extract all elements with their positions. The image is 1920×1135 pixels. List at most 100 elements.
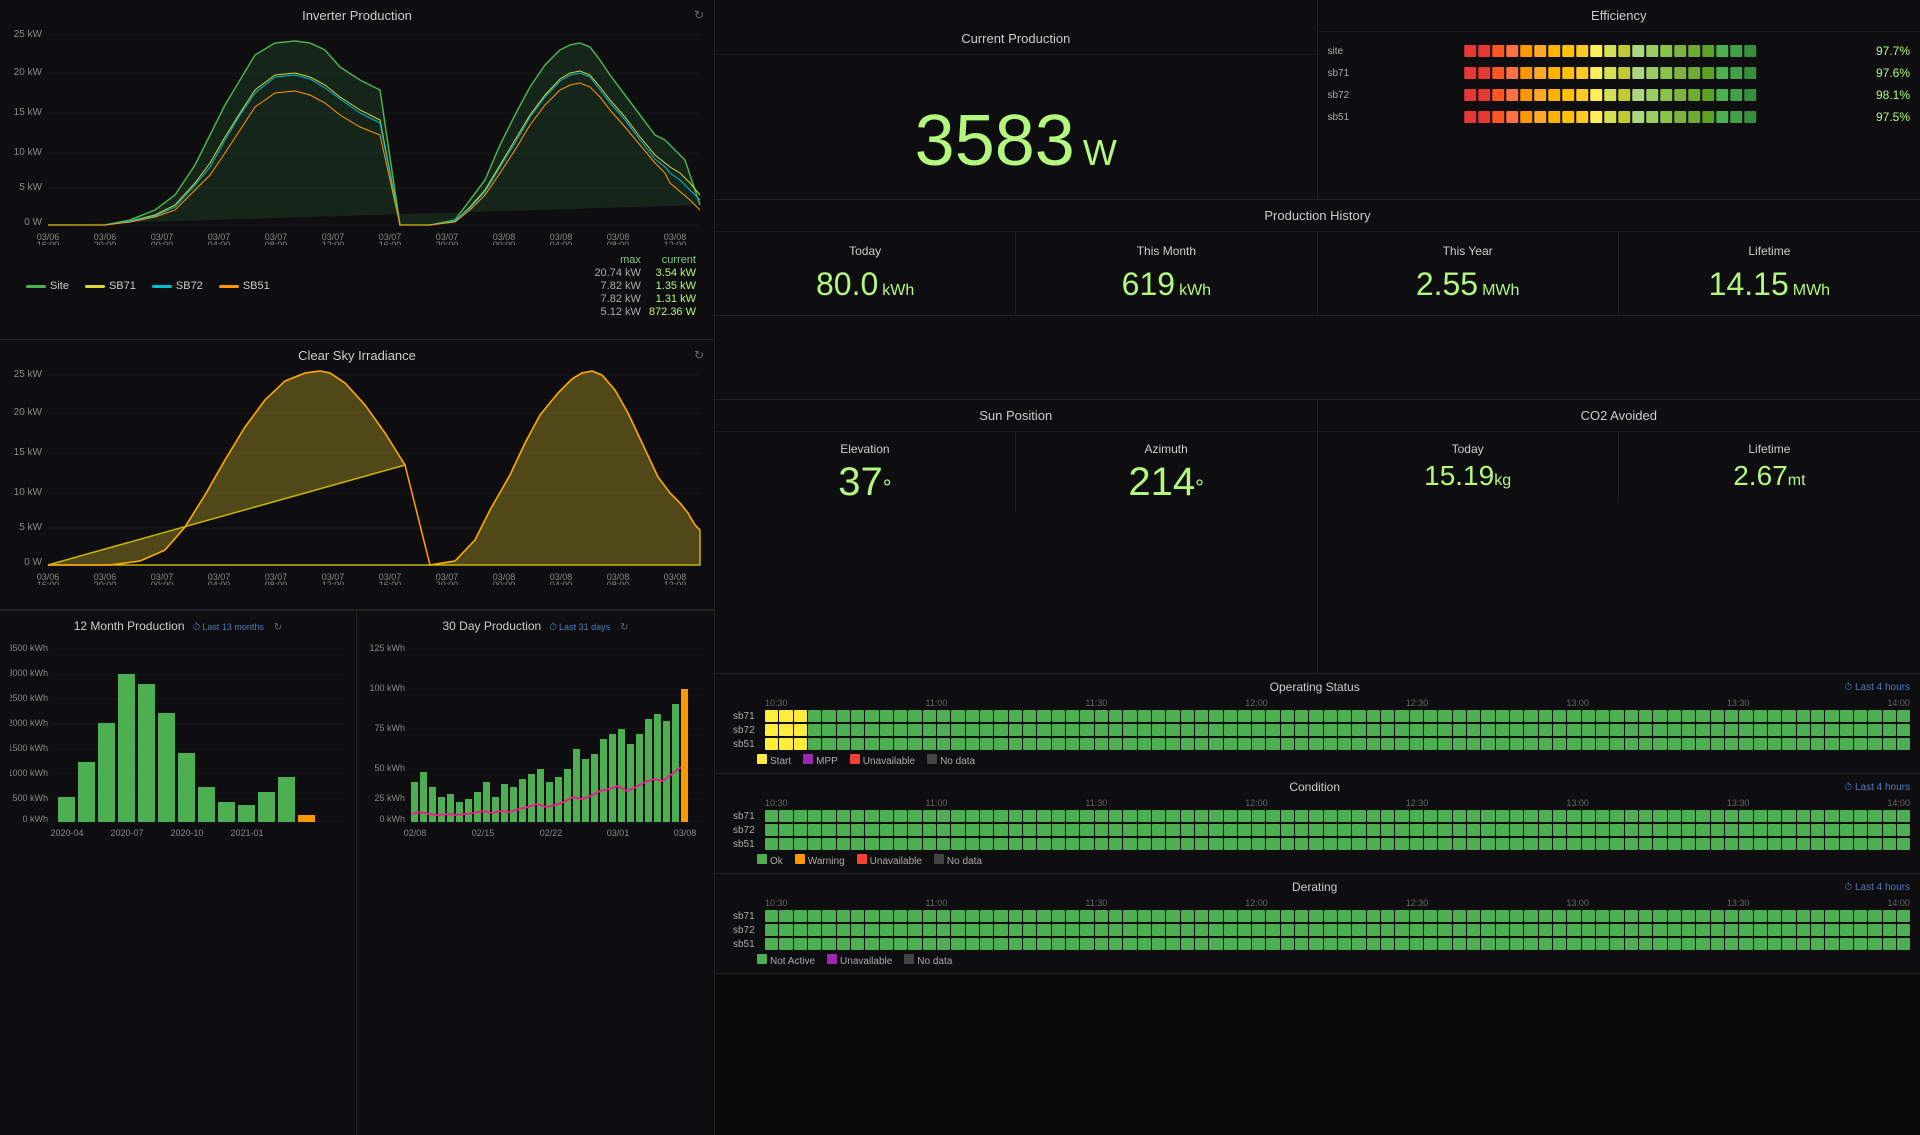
svg-text:12:00: 12:00 <box>322 240 345 245</box>
svg-text:50 kWh: 50 kWh <box>374 763 405 773</box>
der-sb71-row: sb71 <box>733 910 1910 922</box>
month12-badge: Last 13 months <box>202 622 264 632</box>
co2-today-label: Today <box>1452 442 1484 456</box>
svg-text:20:00: 20:00 <box>436 240 459 245</box>
production-history-panel: Today 80.0 kWh This Month 619 kWh This Y… <box>715 232 1920 316</box>
inverter-refresh-icon[interactable]: ↻ <box>694 8 704 22</box>
svg-text:1500 kWh: 1500 kWh <box>10 743 48 753</box>
svg-text:00:00: 00:00 <box>493 580 516 585</box>
svg-text:08:00: 08:00 <box>265 240 288 245</box>
elevation-value: 37 <box>838 462 883 502</box>
current-production-value: 3583 <box>915 105 1075 177</box>
svg-text:00:00: 00:00 <box>493 240 516 245</box>
inverter-chart-title: Inverter Production <box>10 8 704 23</box>
co2-today-cell: Today 15.19 kg <box>1318 432 1619 500</box>
co2-panel: CO2 Avoided Today 15.19 kg Lifetime 2.67… <box>1318 400 1920 673</box>
svg-text:25 kW: 25 kW <box>14 369 43 380</box>
efficiency-row-sb71: sb71 <box>1318 62 1920 84</box>
efficiency-row-sb51: sb51 <box>1318 106 1920 128</box>
svg-text:04:00: 04:00 <box>550 580 573 585</box>
svg-text:2500 kWh: 2500 kWh <box>10 693 48 703</box>
svg-text:5 kW: 5 kW <box>19 182 42 193</box>
svg-text:03/08: 03/08 <box>674 828 697 838</box>
prod-hist-month-unit: kWh <box>1179 282 1211 300</box>
svg-text:20:00: 20:00 <box>436 580 459 585</box>
svg-text:5 kW: 5 kW <box>19 522 42 533</box>
svg-text:0 kWh: 0 kWh <box>22 814 48 824</box>
svg-text:08:00: 08:00 <box>265 580 288 585</box>
svg-text:20 kW: 20 kW <box>14 67 43 78</box>
cond-sb71-row: sb71 <box>733 810 1910 822</box>
efficiency-site-value: 97.7% <box>1872 44 1910 58</box>
co2-today-unit: kg <box>1494 472 1511 490</box>
prod-hist-year-value: 2.55 <box>1416 266 1478 303</box>
svg-text:16:00: 16:00 <box>37 580 60 585</box>
prod-hist-today: Today 80.0 kWh <box>715 232 1016 315</box>
operating-status-title: Operating Status <box>785 680 1844 694</box>
svg-text:03/01: 03/01 <box>607 828 630 838</box>
efficiency-sb72-value: 98.1% <box>1872 88 1910 102</box>
co2-title: CO2 Avoided <box>1318 400 1920 432</box>
day30-chart-svg: 125 kWh 100 kWh 75 kWh 50 kWh 25 kWh 0 k… <box>367 639 707 839</box>
svg-text:02/22: 02/22 <box>540 828 563 838</box>
op-status-sb71-row: sb71 <box>733 710 1910 722</box>
month12-panel: 12 Month Production ⏱ Last 13 months ↻ 3… <box>0 610 357 1135</box>
svg-text:20:00: 20:00 <box>94 240 117 245</box>
efficiency-sb71-value: 97.6% <box>1872 66 1910 80</box>
day30-badge: Last 31 days <box>559 622 610 632</box>
svg-text:0 W: 0 W <box>24 557 42 568</box>
inverter-chart-svg: 25 kW 20 kW 15 kW 10 kW 5 kW 0 W 03/06 1 <box>10 25 705 245</box>
svg-text:04:00: 04:00 <box>550 240 573 245</box>
svg-text:16:00: 16:00 <box>379 240 402 245</box>
irradiance-refresh-icon[interactable]: ↻ <box>694 348 704 362</box>
efficiency-sb51-value: 97.5% <box>1872 110 1910 124</box>
prod-hist-year-unit: MWh <box>1482 282 1519 300</box>
co2-lifetime-unit: mt <box>1788 472 1806 490</box>
svg-text:10 kW: 10 kW <box>14 147 43 158</box>
month12-chart-svg: 3500 kWh 3000 kWh 2500 kWh 2000 kWh 1500… <box>10 639 350 839</box>
svg-text:125 kWh: 125 kWh <box>369 643 405 653</box>
svg-text:16:00: 16:00 <box>37 240 60 245</box>
svg-text:15 kW: 15 kW <box>14 447 43 458</box>
svg-text:02/08: 02/08 <box>404 828 427 838</box>
svg-text:0 kWh: 0 kWh <box>379 814 405 824</box>
operating-status-badge: ⏱ Last 4 hours <box>1844 682 1910 693</box>
svg-text:1000 kWh: 1000 kWh <box>10 768 48 778</box>
prod-hist-lifetime-value: 14.15 <box>1709 266 1789 303</box>
efficiency-title: Efficiency <box>1318 0 1920 32</box>
production-history-title: Production History <box>715 200 1920 232</box>
op-status-sb51-row: sb51 <box>733 738 1910 750</box>
day30-title: 30 Day Production <box>443 619 542 633</box>
svg-text:2020-07: 2020-07 <box>110 828 143 838</box>
inverter-production-panel: Inverter Production ↻ 25 kW 20 kW 15 kW … <box>0 0 714 340</box>
azimuth-unit: ° <box>1195 475 1204 501</box>
day30-panel: 30 Day Production ⏱ Last 31 days ↻ 125 k… <box>357 610 714 1135</box>
current-production-unit: W <box>1083 132 1117 174</box>
prod-hist-today-value: 80.0 <box>816 266 878 303</box>
svg-text:04:00: 04:00 <box>208 580 231 585</box>
prod-hist-lifetime: Lifetime 14.15 MWh <box>1619 232 1920 315</box>
co2-lifetime-label: Lifetime <box>1748 442 1790 456</box>
svg-text:20:00: 20:00 <box>94 580 117 585</box>
svg-text:3500 kWh: 3500 kWh <box>10 643 48 653</box>
current-production-title: Current Production <box>715 23 1317 55</box>
svg-text:10 kW: 10 kW <box>14 487 43 498</box>
svg-text:02/15: 02/15 <box>472 828 495 838</box>
svg-text:12:00: 12:00 <box>322 580 345 585</box>
condition-badge: ⏱ Last 4 hours <box>1844 782 1910 793</box>
svg-text:12:00: 12:00 <box>664 580 687 585</box>
cond-sb51-row: sb51 <box>733 838 1910 850</box>
svg-text:500 kWh: 500 kWh <box>12 793 48 803</box>
svg-text:100 kWh: 100 kWh <box>369 683 405 693</box>
svg-text:25 kWh: 25 kWh <box>374 793 405 803</box>
der-sb51-row: sb51 <box>733 938 1910 950</box>
month12-title: 12 Month Production <box>74 619 185 633</box>
svg-text:0 W: 0 W <box>24 217 42 228</box>
svg-text:20 kW: 20 kW <box>14 407 43 418</box>
svg-text:2020-04: 2020-04 <box>50 828 83 838</box>
svg-text:75 kWh: 75 kWh <box>374 723 405 733</box>
co2-lifetime-value: 2.67 <box>1733 462 1788 490</box>
derating-panel: Derating ⏱ Last 4 hours 10:3011:0011:301… <box>715 874 1920 974</box>
operating-status-panel: Operating Status ⏱ Last 4 hours 10:3011:… <box>715 674 1920 774</box>
svg-text:00:00: 00:00 <box>151 240 174 245</box>
